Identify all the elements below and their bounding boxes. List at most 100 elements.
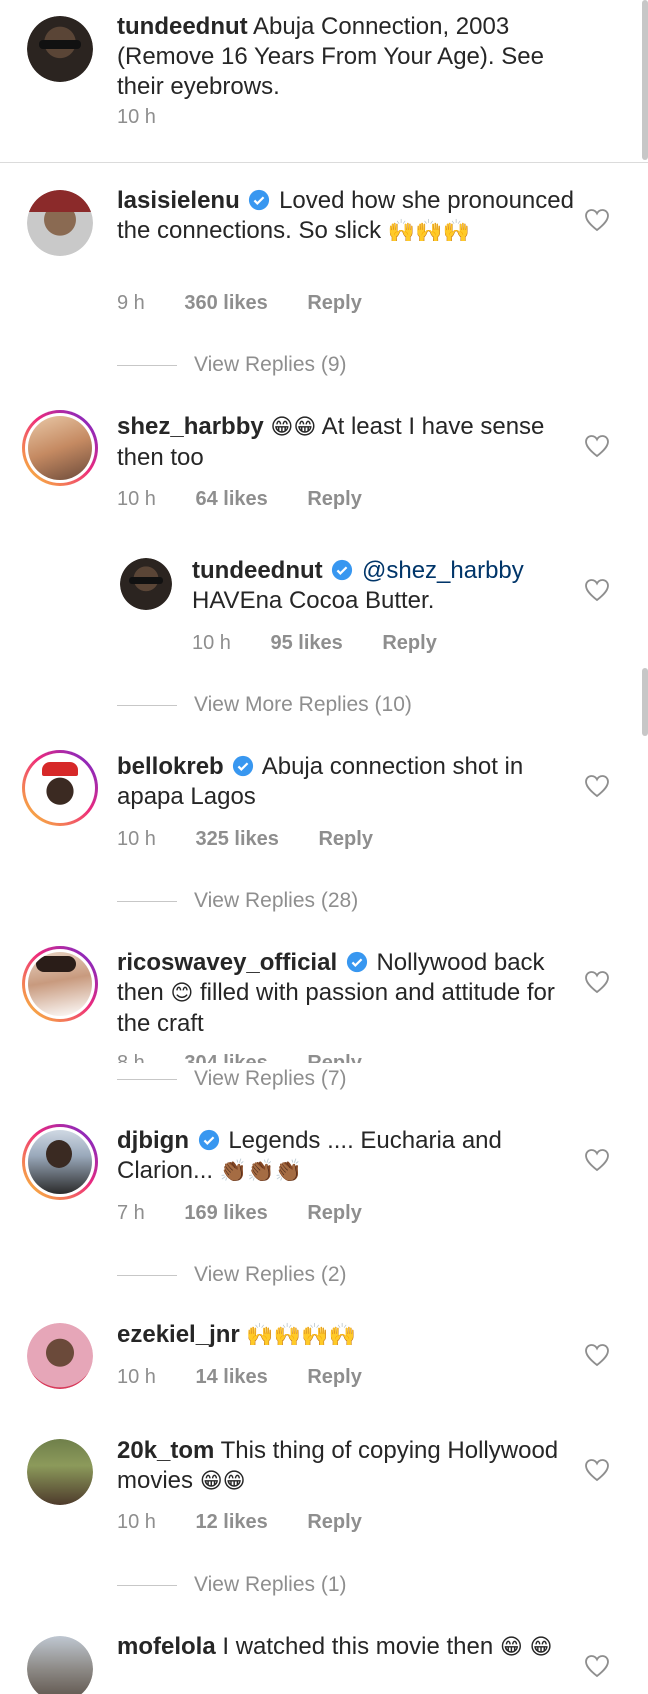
emoji: 😊 [170, 981, 194, 1006]
timestamp: 10 h [117, 1511, 156, 1533]
likes-count[interactable]: 14 likes [196, 1364, 268, 1390]
username[interactable]: bellokreb [117, 753, 224, 780]
username[interactable]: mofelola [117, 1633, 216, 1660]
comment-body: I watched this movie then [222, 1633, 494, 1660]
comment-meta: 10 h 325 likes Reply [117, 826, 407, 852]
replies-line [117, 900, 177, 902]
reply-text: tundeednut @shez_harbby HAVEna Cocoa But… [192, 556, 587, 616]
comment-meta: 10 h 64 likes Reply [117, 486, 396, 512]
username[interactable]: djbign [117, 1127, 189, 1154]
reply-button[interactable]: Reply [307, 1050, 361, 1063]
comment-meta: 10 h 95 likes Reply [192, 630, 471, 656]
view-replies[interactable]: View Replies (28) [117, 886, 358, 916]
verified-badge-icon [332, 559, 353, 581]
comment-text: ezekiel_jnr 🙌🙌🙌🙌 [117, 1320, 587, 1351]
reply-button[interactable]: Reply [307, 1200, 361, 1226]
username[interactable]: ezekiel_jnr [117, 1321, 240, 1348]
timestamp: 9 h [117, 292, 145, 314]
view-replies-label[interactable]: View More Replies (10) [194, 693, 412, 716]
username[interactable]: tundeednut [192, 557, 323, 584]
avatar[interactable] [27, 190, 93, 256]
reply-button[interactable]: Reply [307, 486, 361, 512]
avatar[interactable] [27, 16, 93, 82]
view-replies-label[interactable]: View Replies (7) [194, 1067, 347, 1090]
view-replies[interactable]: View Replies (2) [117, 1260, 347, 1290]
view-replies-label[interactable]: View Replies (28) [194, 889, 358, 912]
likes-count[interactable]: 169 likes [184, 1200, 267, 1226]
comment-text: djbign Legends .... Eucharia and Clarion… [117, 1126, 587, 1187]
mention-link[interactable]: @shez_harbby [362, 557, 524, 584]
reply-button[interactable]: Reply [382, 630, 436, 656]
timestamp: 10 h [117, 828, 156, 850]
view-more-replies[interactable]: View More Replies (10) [117, 690, 412, 720]
view-replies-label[interactable]: View Replies (9) [194, 353, 347, 376]
view-replies-label[interactable]: View Replies (2) [194, 1263, 347, 1286]
likes-count[interactable]: 304 likes [184, 1050, 267, 1063]
heart-outline-icon[interactable] [584, 1654, 610, 1678]
heart-outline-icon[interactable] [584, 774, 610, 798]
reply-button[interactable]: Reply [307, 1364, 361, 1390]
avatar[interactable] [27, 1323, 93, 1389]
likes-count[interactable]: 12 likes [196, 1509, 268, 1535]
heart-outline-icon[interactable] [584, 1343, 610, 1367]
comment-text: mofelola I watched this movie then 😁 😁 [117, 1632, 587, 1663]
avatar[interactable] [22, 750, 98, 826]
timestamp: 10 h [117, 106, 156, 128]
comment-text: 20k_tom This thing of copying Hollywood … [117, 1436, 587, 1497]
replies-line [117, 1274, 177, 1276]
likes-count[interactable]: 360 likes [184, 290, 267, 316]
emoji: 👏🏾👏🏾👏🏾 [219, 1159, 302, 1184]
replies-line [117, 1584, 177, 1586]
likes-count[interactable]: 95 likes [271, 630, 343, 656]
username[interactable]: ricoswavey_official [117, 949, 337, 976]
username[interactable]: 20k_tom [117, 1437, 214, 1464]
heart-outline-icon[interactable] [584, 434, 610, 458]
heart-outline-icon[interactable] [584, 578, 610, 602]
emoji: 😁 [529, 1635, 553, 1660]
likes-count[interactable]: 325 likes [196, 826, 279, 852]
caption-meta: 10 h [117, 104, 190, 130]
replies-line [117, 704, 177, 706]
verified-badge-icon [233, 755, 254, 777]
reply-button[interactable]: Reply [318, 826, 372, 852]
comment-text: shez_harbby 😁😁 At least I have sense the… [117, 412, 587, 473]
view-replies[interactable]: View Replies (1) [117, 1570, 347, 1600]
view-replies[interactable]: View Replies (7) [117, 1064, 347, 1094]
avatar[interactable] [27, 1439, 93, 1505]
heart-outline-icon[interactable] [584, 1148, 610, 1172]
reply-button[interactable]: Reply [307, 1509, 361, 1535]
verified-badge-icon [346, 951, 367, 973]
emoji: 🙌🙌🙌 [387, 219, 470, 244]
scrollbar[interactable] [642, 668, 648, 736]
emoji: 😁😁 [199, 1469, 246, 1494]
heart-outline-icon[interactable] [584, 970, 610, 994]
emoji: 😁😁 [270, 415, 317, 440]
replies-line [117, 1078, 177, 1080]
divider [0, 162, 648, 163]
heart-outline-icon[interactable] [584, 1458, 610, 1482]
comment-text: bellokreb Abuja connection shot in apapa… [117, 752, 587, 812]
likes-count[interactable]: 64 likes [196, 486, 268, 512]
username[interactable]: shez_harbby [117, 413, 264, 440]
view-replies[interactable]: View Replies (9) [117, 350, 347, 380]
caption-text: tundeednut Abuja Connection, 2003 (Remov… [117, 12, 587, 102]
avatar[interactable] [120, 558, 172, 610]
username[interactable]: lasisielenu [117, 187, 240, 214]
heart-outline-icon[interactable] [584, 208, 610, 232]
view-replies-label[interactable]: View Replies (1) [194, 1573, 347, 1596]
emoji: 😁 [499, 1635, 523, 1660]
comment-meta: 7 h 169 likes Reply [117, 1200, 396, 1226]
reply-button[interactable]: Reply [307, 290, 361, 316]
timestamp: 8 h [117, 1052, 145, 1063]
avatar[interactable] [27, 1636, 93, 1694]
avatar[interactable] [22, 1124, 98, 1200]
scrollbar[interactable] [642, 0, 648, 160]
avatar[interactable] [22, 946, 98, 1022]
avatar[interactable] [22, 410, 98, 486]
verified-badge-icon [249, 189, 270, 211]
timestamp: 7 h [117, 1202, 145, 1224]
comment-body: HAVEna Cocoa Butter. [192, 587, 435, 614]
username[interactable]: tundeednut [117, 13, 248, 40]
post-caption: tundeednut Abuja Connection, 2003 (Remov… [0, 0, 648, 163]
comment-text: lasisielenu Loved how she pronounced the… [117, 186, 587, 247]
